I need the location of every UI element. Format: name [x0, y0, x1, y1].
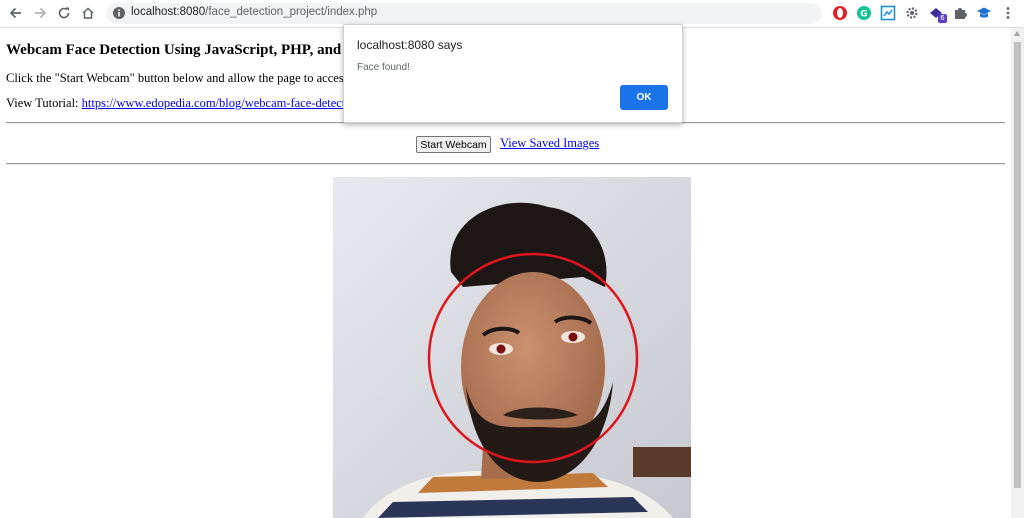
page-scrollbar[interactable] [1011, 28, 1024, 518]
svg-text:G: G [860, 10, 867, 20]
extension-badge: 6 [938, 14, 947, 23]
address-bar[interactable]: localhost:8080/face_detection_project/in… [106, 3, 822, 24]
settings-gear-icon[interactable] [904, 5, 920, 21]
forward-button[interactable] [30, 3, 50, 23]
scroll-up-arrow-icon[interactable] [1014, 31, 1020, 36]
home-button[interactable] [78, 3, 98, 23]
ok-button[interactable]: OK [620, 85, 668, 110]
puzzle-icon[interactable] [952, 5, 968, 21]
back-arrow-icon [9, 7, 21, 19]
intro-text: Click the "Start Webcam" button below an… [6, 71, 358, 85]
webcam-snapshot [333, 177, 691, 518]
alert-dialog: localhost:8080 says Face found! OK [343, 24, 683, 123]
url-text: localhost:8080/face_detection_project/in… [131, 6, 377, 18]
start-webcam-button[interactable]: Start Webcam [416, 136, 491, 153]
home-icon [82, 7, 94, 19]
scroll-thumb[interactable] [1014, 42, 1021, 488]
back-button[interactable] [6, 3, 26, 23]
page-title: Webcam Face Detection Using JavaScript, … [6, 42, 367, 58]
site-info-icon[interactable] [112, 6, 126, 20]
webcam-image [333, 177, 691, 518]
graduation-cap-icon[interactable] [976, 5, 992, 21]
bottom-divider [6, 163, 1005, 165]
tutorial-link[interactable]: https://www.edopedia.com/blog/webcam-fac… [82, 96, 362, 110]
screen-capture-icon[interactable] [880, 5, 896, 21]
url-host: localhost:8080 [131, 6, 206, 18]
dialog-origin-text: localhost:8080 says [357, 38, 463, 52]
tutorial-label: View Tutorial: [6, 96, 82, 110]
opera-icon[interactable] [832, 5, 848, 21]
grammarly-icon[interactable]: G [856, 5, 872, 21]
reload-button[interactable] [54, 3, 74, 23]
dialog-message: Face found! [357, 62, 410, 73]
menu-dots-icon[interactable] [1000, 5, 1016, 21]
tutorial-line: View Tutorial: https://www.edopedia.com/… [6, 96, 361, 111]
view-saved-images-link[interactable]: View Saved Images [500, 136, 599, 151]
reload-icon [58, 7, 70, 19]
forward-arrow-icon [35, 7, 47, 19]
url-path: /face_detection_project/index.php [205, 6, 378, 18]
